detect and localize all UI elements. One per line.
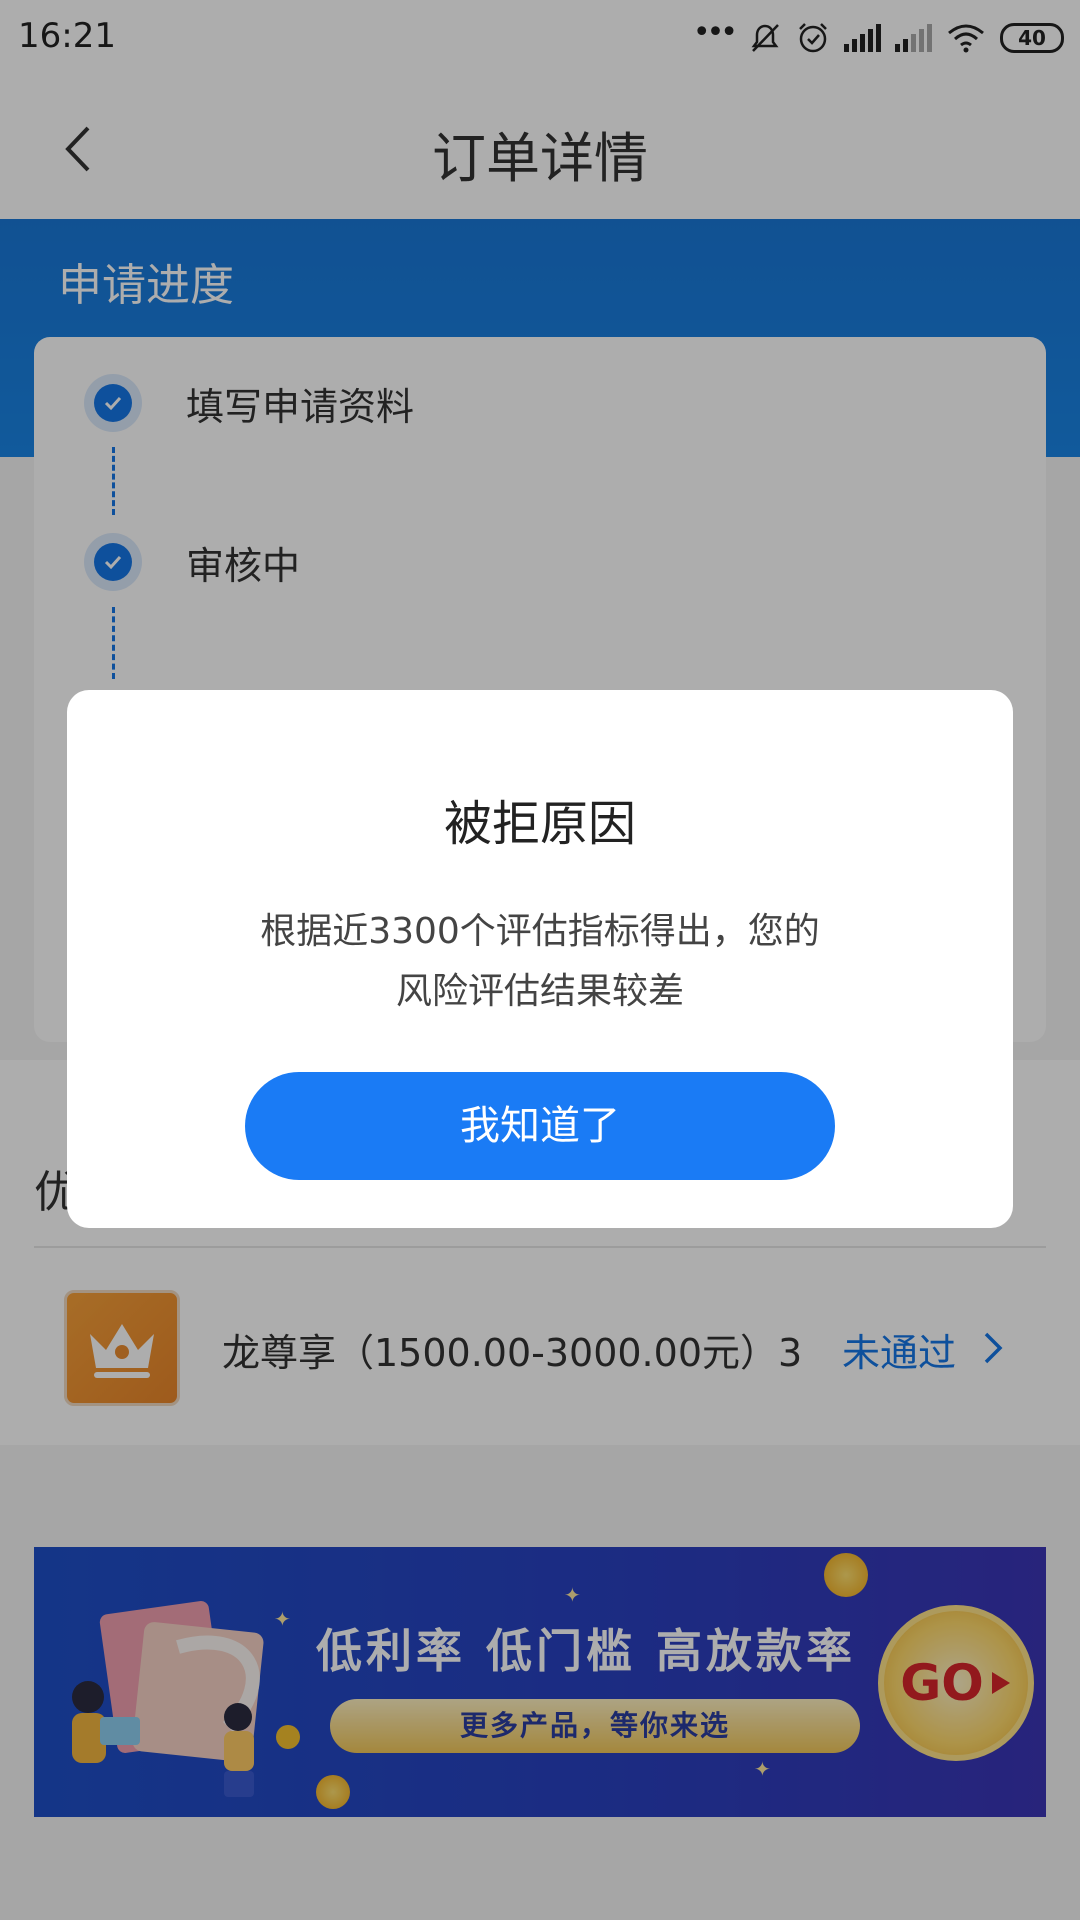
acknowledge-button[interactable]: 我知道了 bbox=[245, 1072, 835, 1180]
dialog-title: 被拒原因 bbox=[443, 796, 636, 852]
dialog-message-line: 根据近3300个评估指标得出，您的 bbox=[260, 911, 820, 952]
rejection-dialog: 被拒原因 根据近3300个评估指标得出，您的 风险评估结果较差 我知道了 bbox=[67, 690, 1013, 1228]
dialog-message-line: 风险评估结果较差 bbox=[395, 971, 684, 1012]
dialog-message: 根据近3300个评估指标得出，您的 风险评估结果较差 bbox=[187, 902, 893, 1022]
